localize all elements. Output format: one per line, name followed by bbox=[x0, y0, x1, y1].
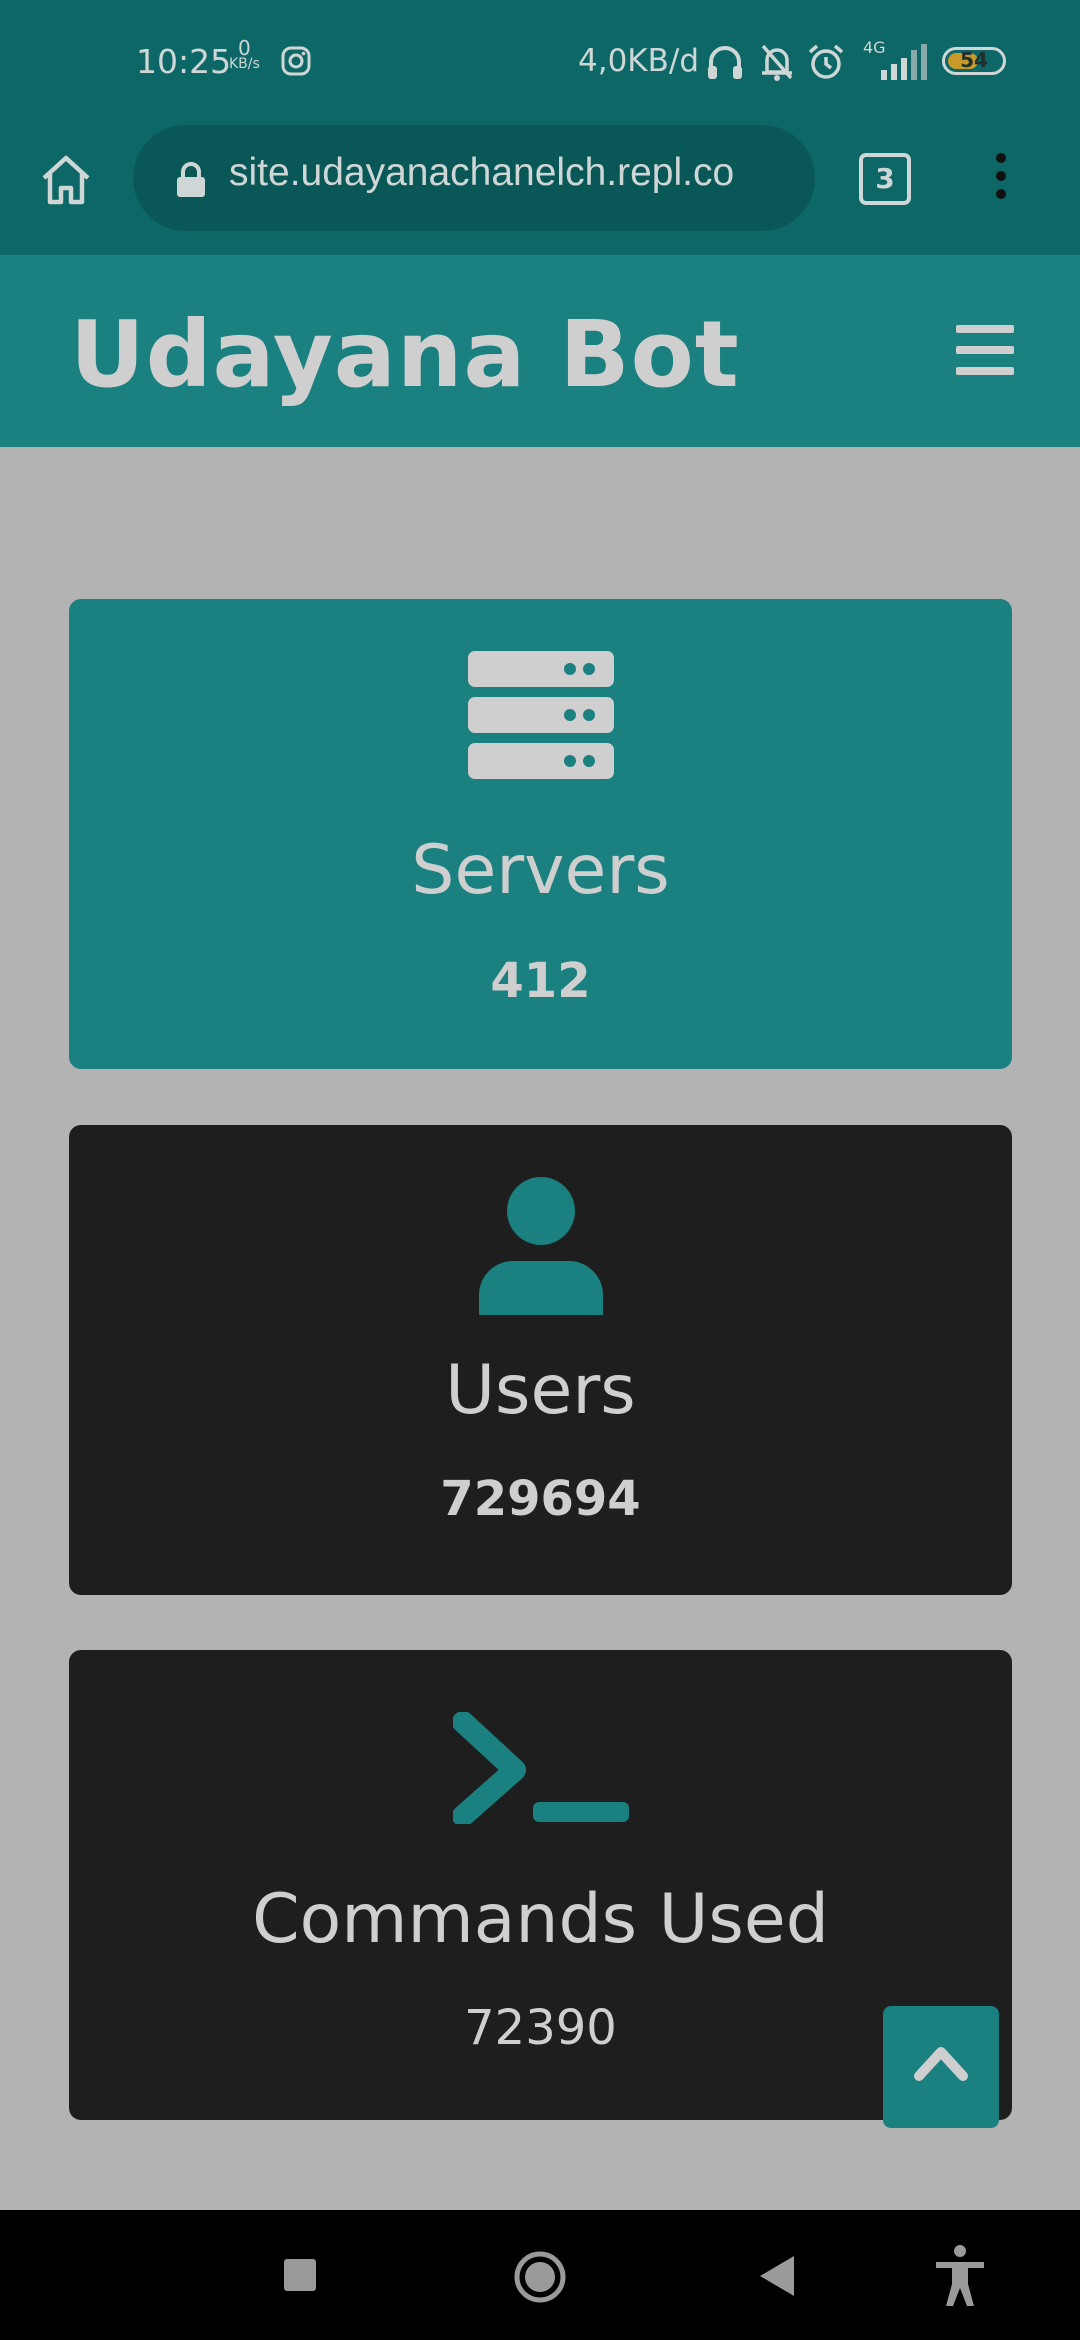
servers-card: Servers 412 bbox=[69, 599, 1012, 1069]
site-brand[interactable]: Udayana Bot bbox=[70, 301, 740, 408]
data-usage: 4,0KB/d bbox=[578, 43, 700, 79]
accessibility-icon[interactable] bbox=[932, 2244, 988, 2308]
commands-card: Commands Used 72390 bbox=[69, 1650, 1012, 2120]
tab-switcher-button[interactable]: 3 bbox=[859, 153, 911, 205]
servers-label: Servers bbox=[411, 831, 670, 910]
recents-icon[interactable] bbox=[282, 2257, 318, 2293]
battery-level: 54 bbox=[960, 48, 988, 72]
back-icon[interactable] bbox=[758, 2254, 796, 2298]
network-speed: 0 KB/s bbox=[229, 36, 260, 72]
battery-icon: 54 bbox=[942, 47, 1006, 75]
users-label: Users bbox=[445, 1351, 636, 1430]
notifications-off-icon bbox=[761, 44, 793, 81]
server-icon bbox=[467, 651, 614, 779]
commands-label: Commands Used bbox=[252, 1880, 829, 1959]
network-speed-value: 0 bbox=[238, 36, 251, 60]
more-options-icon[interactable] bbox=[986, 153, 1016, 203]
lock-icon bbox=[177, 162, 205, 197]
scroll-to-top-button[interactable] bbox=[883, 2006, 999, 2128]
system-navigation-bar bbox=[0, 2210, 1080, 2340]
url-text[interactable]: site.udayanachanelch.repl.co bbox=[229, 151, 799, 195]
signal-icon bbox=[881, 44, 927, 80]
headset-icon bbox=[708, 46, 742, 79]
servers-count: 412 bbox=[490, 953, 591, 1009]
network-speed-unit: KB/s bbox=[229, 56, 260, 72]
site-header: Udayana Bot bbox=[0, 255, 1080, 447]
status-time: 10:25 bbox=[136, 42, 232, 81]
browser-toolbar: site.udayanachanelch.repl.co 3 bbox=[0, 125, 1080, 255]
chevron-up-icon bbox=[914, 2047, 968, 2081]
users-card: Users 729694 bbox=[69, 1125, 1012, 1595]
users-count: 729694 bbox=[440, 1471, 641, 1527]
alarm-icon bbox=[808, 44, 844, 79]
hamburger-menu-icon[interactable] bbox=[956, 325, 1014, 375]
home-button-icon[interactable] bbox=[513, 2250, 567, 2304]
home-icon[interactable] bbox=[36, 150, 96, 210]
commands-count: 72390 bbox=[464, 2000, 617, 2056]
address-bar[interactable]: site.udayanachanelch.repl.co bbox=[133, 125, 815, 231]
terminal-icon bbox=[452, 1712, 629, 1824]
status-bar: 10:25 0 KB/s 4,0KB/d 4G 54 bbox=[0, 0, 1080, 125]
instagram-icon bbox=[281, 46, 311, 76]
user-icon bbox=[478, 1177, 603, 1315]
